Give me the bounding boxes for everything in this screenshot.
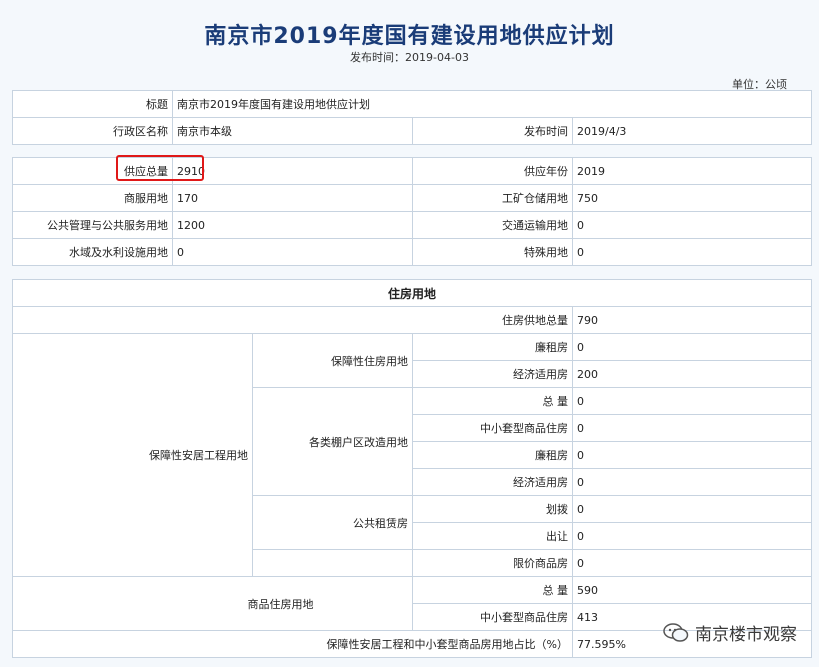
region-label: 行政区名称 <box>12 117 173 145</box>
table-row: 公共管理与公共服务用地 1200 交通运输用地 0 <box>12 211 812 239</box>
housing-section-title: 住房用地 <box>11 279 813 307</box>
empty-cell <box>252 549 413 577</box>
info-table: 标题 南京市2019年度国有建设用地供应计划 行政区名称 南京市本级 发布时间 … <box>12 90 813 145</box>
commercial-total-label: 总 量 <box>412 576 573 604</box>
rental-alloc-value: 0 <box>571 495 813 523</box>
supply-year-label: 供应年份 <box>412 157 573 185</box>
transport-label: 交通运输用地 <box>412 211 573 239</box>
watermark-text: 南京楼市观察 <box>695 625 797 645</box>
table-row: 水域及水利设施用地 0 特殊用地 0 <box>12 238 812 266</box>
commercial-small-label: 中小套型商品住房 <box>412 603 573 631</box>
table-row: 商品住房用地 总 量 590 <box>12 576 813 631</box>
table-row: 行政区名称 南京市本级 发布时间 2019/4/3 <box>12 117 813 145</box>
publish-time: 发布时间：2019-04-03 <box>0 49 819 65</box>
commercial-total-value: 590 <box>571 576 813 604</box>
affordable-project-label: 保障性安居工程用地 <box>12 333 253 577</box>
date-value: 2019/4/3 <box>571 117 813 145</box>
rental-alloc-label: 划拨 <box>412 495 573 523</box>
title-value: 南京市2019年度国有建设用地供应计划 <box>171 90 813 118</box>
shanty-total-value: 0 <box>571 387 813 415</box>
housing-total-label: 住房供地总量 <box>12 306 573 334</box>
rental-transfer-label: 出让 <box>412 522 573 550</box>
shanty-economic-value: 0 <box>571 468 813 496</box>
housing-table: 住房用地 住房供地总量 790 保障性安居工程用地 保障性住房用地 廉租房 0 … <box>11 279 813 658</box>
rental-transfer-value: 0 <box>571 522 813 550</box>
lowrent-value: 0 <box>571 333 813 361</box>
highlight-box <box>116 155 204 181</box>
publish-time-label: 发布时间： <box>350 51 406 64</box>
shanty-small-value: 0 <box>571 414 813 442</box>
shanty-lowrent-value: 0 <box>571 441 813 469</box>
shanty-label: 各类棚户区改造用地 <box>252 387 413 496</box>
supply-total-value: 2910 <box>172 157 413 185</box>
public-label: 公共管理与公共服务用地 <box>12 211 173 239</box>
special-label: 特殊用地 <box>412 238 573 266</box>
table-row: 住房供地总量 790 <box>12 306 813 334</box>
housing-total-value: 790 <box>571 306 813 334</box>
industrial-label: 工矿仓储用地 <box>412 184 573 212</box>
water-label: 水域及水利设施用地 <box>12 238 173 266</box>
rental-label: 公共租赁房 <box>252 495 413 550</box>
economic-value: 200 <box>571 360 813 388</box>
limited-value: 0 <box>571 549 813 577</box>
shanty-small-label: 中小套型商品住房 <box>412 414 573 442</box>
industrial-value: 750 <box>572 184 812 212</box>
shanty-total-label: 总 量 <box>412 387 573 415</box>
wechat-icon <box>663 622 689 643</box>
transport-value: 0 <box>572 211 812 239</box>
watermark: 南京楼市观察 <box>663 620 797 645</box>
guarantee-label: 保障性住房用地 <box>252 333 413 388</box>
commercial-housing-label: 商品住房用地 <box>12 576 413 631</box>
economic-label: 经济适用房 <box>412 360 573 388</box>
shanty-lowrent-label: 廉租房 <box>412 441 573 469</box>
ratio-label: 保障性安居工程和中小套型商品房用地占比（%） <box>12 630 573 658</box>
shanty-economic-label: 经济适用房 <box>412 468 573 496</box>
limited-label: 限价商品房 <box>412 549 573 577</box>
page-title: 南京市2019年度国有建设用地供应计划 <box>204 24 615 49</box>
special-value: 0 <box>572 238 812 266</box>
title-label: 标题 <box>12 90 173 118</box>
water-value: 0 <box>172 238 413 266</box>
commercial-label: 商服用地 <box>12 184 173 212</box>
table-row: 标题 南京市2019年度国有建设用地供应计划 <box>12 90 813 118</box>
table-row: 住房用地 <box>11 279 813 307</box>
date-label: 发布时间 <box>412 117 573 145</box>
public-value: 1200 <box>172 211 413 239</box>
supply-year-value: 2019 <box>572 157 812 185</box>
region-value: 南京市本级 <box>172 117 413 145</box>
table-row: 商服用地 170 工矿仓储用地 750 <box>12 184 812 212</box>
commercial-value: 170 <box>172 184 413 212</box>
publish-time-value: 2019-04-03 <box>405 51 469 64</box>
lowrent-label: 廉租房 <box>412 333 573 361</box>
table-row: 保障性安居工程用地 保障性住房用地 廉租房 0 <box>12 333 813 577</box>
